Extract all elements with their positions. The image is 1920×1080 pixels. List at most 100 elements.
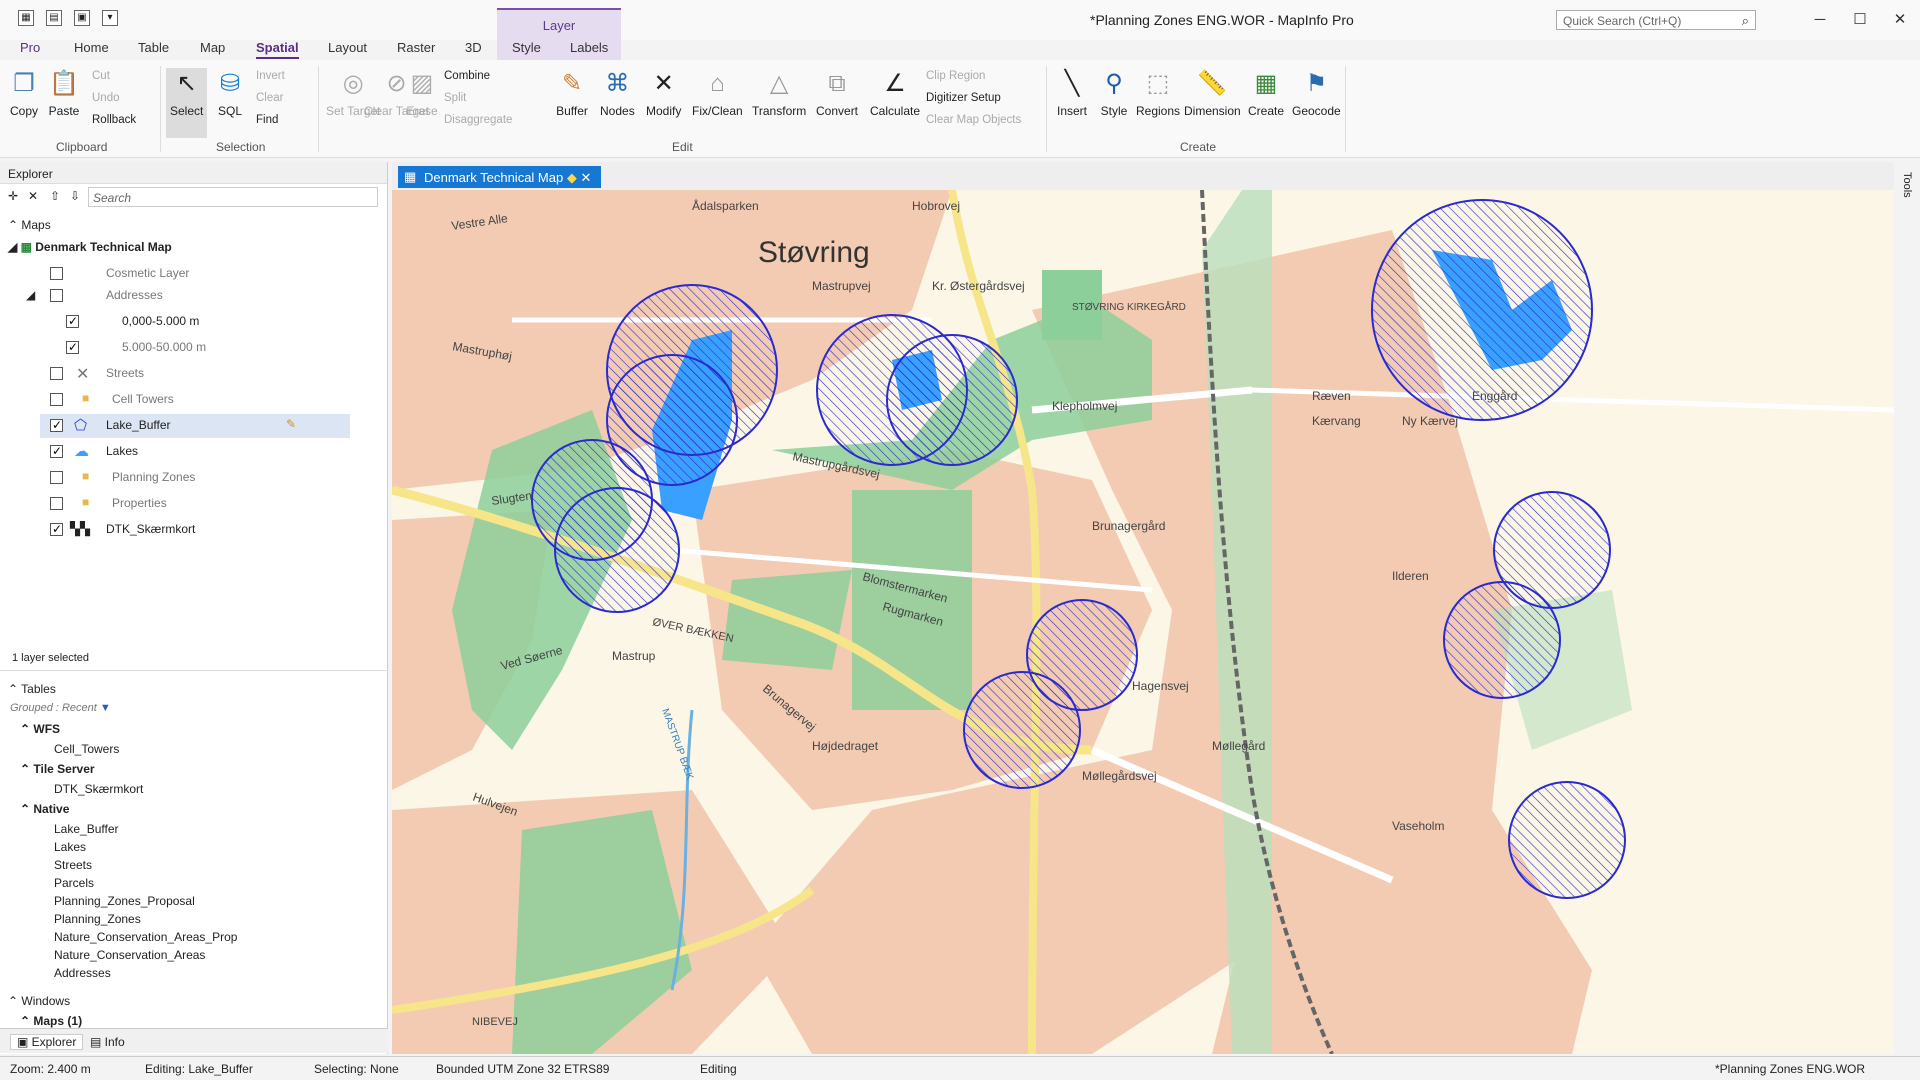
layer-checkbox[interactable] [66, 314, 79, 328]
native-table-item[interactable]: Lake_Buffer [54, 822, 119, 836]
layer-properties[interactable]: Properties [112, 496, 167, 510]
tab-raster[interactable]: Raster [397, 40, 435, 55]
create-button[interactable]: ▦ Create [1248, 68, 1284, 118]
layer-planning-zones[interactable]: Planning Zones [112, 470, 195, 484]
find-button[interactable]: Find [256, 114, 278, 126]
tab-style[interactable]: Style [512, 40, 541, 55]
remove-icon[interactable]: ✕ [28, 189, 38, 203]
native-table-item[interactable]: Parcels [54, 876, 94, 890]
map-window-tab[interactable]: ▦ Denmark Technical Map ◆ ✕ [398, 166, 602, 188]
layer-checkbox[interactable] [50, 418, 63, 432]
style-button[interactable]: ⚲ Style [1098, 68, 1130, 118]
table-dtk[interactable]: DTK_Skærmkort [54, 782, 143, 796]
maps-section-header[interactable]: ⌃ Maps [8, 218, 51, 232]
status-workspace[interactable]: *Planning Zones ENG.WOR [1715, 1062, 1865, 1076]
layer-range-2[interactable]: 5.000-50.000 m [122, 340, 206, 354]
layer-checkbox[interactable] [50, 471, 63, 484]
edit-pencil-icon[interactable]: ✎ [286, 417, 296, 431]
tile-server-group[interactable]: ⌃ Tile Server [20, 762, 95, 776]
sql-button[interactable]: ⛁ SQL [214, 68, 246, 118]
layer-checkbox[interactable] [50, 444, 63, 458]
wfs-group[interactable]: ⌃ WFS [20, 722, 60, 736]
table-cell-towers[interactable]: Cell_Towers [54, 742, 119, 756]
map-node[interactable]: ◢ ▦ Denmark Technical Map [8, 240, 172, 254]
clear-button[interactable]: Clear [256, 92, 283, 104]
dimension-button[interactable]: 📏 Dimension [1184, 68, 1241, 118]
convert-button[interactable]: ⧉ Convert [816, 68, 858, 118]
invert-button[interactable]: Invert [256, 70, 285, 82]
open-icon[interactable]: ▤ [46, 10, 62, 26]
close-tab-icon[interactable]: ✕ [580, 170, 591, 185]
disaggregate-button[interactable]: Disaggregate [444, 114, 512, 126]
tab-3d[interactable]: 3D [465, 40, 482, 55]
layer-cosmetic[interactable]: Cosmetic Layer [106, 266, 189, 280]
digitizer-setup-button[interactable]: Digitizer Setup [926, 92, 1001, 104]
native-table-item[interactable]: Planning_Zones_Proposal [54, 894, 195, 908]
layer-checkbox[interactable] [50, 522, 63, 536]
split-button[interactable]: Split [444, 92, 466, 104]
copy-button[interactable]: ❐ Copy [8, 68, 40, 118]
save-icon[interactable]: ▣ [74, 10, 90, 26]
layer-checkbox[interactable] [50, 267, 63, 280]
native-table-item[interactable]: Nature_Conservation_Areas_Prop [54, 930, 237, 944]
layer-streets[interactable]: Streets [106, 366, 144, 380]
map-canvas[interactable]: Støvring Vestre Alle Ådalsparken Hobrove… [392, 190, 1894, 1054]
undo-button[interactable]: Undo [92, 92, 120, 104]
tab-map[interactable]: Map [200, 40, 225, 55]
add-icon[interactable]: ✛ [8, 189, 18, 203]
layer-dtk[interactable]: DTK_Skærmkort [106, 522, 195, 536]
transform-button[interactable]: △ Transform [752, 68, 806, 118]
layer-range-1[interactable]: 0,000-5.000 m [122, 314, 199, 328]
layer-lake-buffer[interactable]: Lake_Buffer [106, 418, 171, 432]
new-workspace-icon[interactable]: ▦ [18, 10, 34, 26]
layer-cell-towers[interactable]: Cell Towers [112, 392, 174, 406]
status-selecting[interactable]: Selecting: None [314, 1062, 399, 1076]
move-down-icon[interactable]: ⇩ [70, 189, 80, 203]
paste-button[interactable]: 📋 Paste [48, 68, 80, 118]
tab-info[interactable]: ▤ Info [90, 1035, 125, 1049]
layer-checkbox[interactable] [50, 289, 63, 302]
move-up-icon[interactable]: ⇧ [50, 189, 60, 203]
clip-region-button[interactable]: Clip Region [926, 70, 985, 82]
select-button[interactable]: ↖ Select [166, 68, 208, 138]
layer-addresses[interactable]: Addresses [106, 288, 163, 302]
modify-button[interactable]: ✕ Modify [646, 68, 681, 118]
maximize-button[interactable]: ☐ [1840, 0, 1880, 40]
status-zoom[interactable]: Zoom: 2.400 m [10, 1062, 91, 1076]
tab-home[interactable]: Home [74, 40, 109, 55]
tab-spatial[interactable]: Spatial [256, 40, 299, 59]
close-button[interactable]: ✕ [1880, 0, 1920, 40]
minimize-button[interactable]: ─ [1800, 0, 1840, 40]
status-mode[interactable]: Editing [700, 1062, 737, 1076]
nodes-button[interactable]: ⌘ Nodes [600, 68, 635, 118]
search-icon[interactable]: ⌕ [1742, 13, 1749, 29]
geocode-button[interactable]: ⚑ Geocode [1292, 68, 1341, 118]
tab-table[interactable]: Table [138, 40, 169, 55]
layer-checkbox[interactable] [50, 497, 63, 510]
layer-checkbox[interactable] [66, 340, 79, 354]
customize-icon[interactable]: ▾ [102, 10, 118, 26]
native-group[interactable]: ⌃ Native [20, 802, 69, 816]
layer-checkbox[interactable] [50, 393, 63, 406]
grouped-dropdown[interactable]: Grouped : Recent ▼ [10, 702, 111, 714]
native-table-item[interactable]: Lakes [54, 840, 86, 854]
layer-checkbox[interactable] [50, 367, 63, 380]
insert-button[interactable]: ╲ Insert [1056, 68, 1088, 118]
tab-layout[interactable]: Layout [328, 40, 367, 55]
native-table-item[interactable]: Planning_Zones [54, 912, 141, 926]
tables-section-header[interactable]: ⌃ Tables [8, 682, 56, 696]
tools-tab[interactable]: Tools [1901, 172, 1913, 198]
calculate-button[interactable]: ∠ Calculate [870, 68, 920, 118]
maps-windows-group[interactable]: ⌃ Maps (1) [20, 1014, 82, 1028]
native-table-item[interactable]: Streets [54, 858, 92, 872]
native-table-item[interactable]: Nature_Conservation_Areas [54, 948, 205, 962]
tab-explorer[interactable]: ▣ Explorer [10, 1034, 84, 1050]
tab-labels[interactable]: Labels [570, 40, 608, 55]
native-table-item[interactable]: Addresses [54, 966, 111, 980]
cut-button[interactable]: Cut [92, 70, 110, 82]
rollback-button[interactable]: Rollback [92, 114, 136, 126]
status-editing[interactable]: Editing: Lake_Buffer [145, 1062, 253, 1076]
fixclean-button[interactable]: ⌂ Fix/Clean [692, 68, 743, 118]
clear-map-objects-button[interactable]: Clear Map Objects [926, 114, 1021, 126]
erase-button[interactable]: ▨ Erase [406, 68, 438, 118]
